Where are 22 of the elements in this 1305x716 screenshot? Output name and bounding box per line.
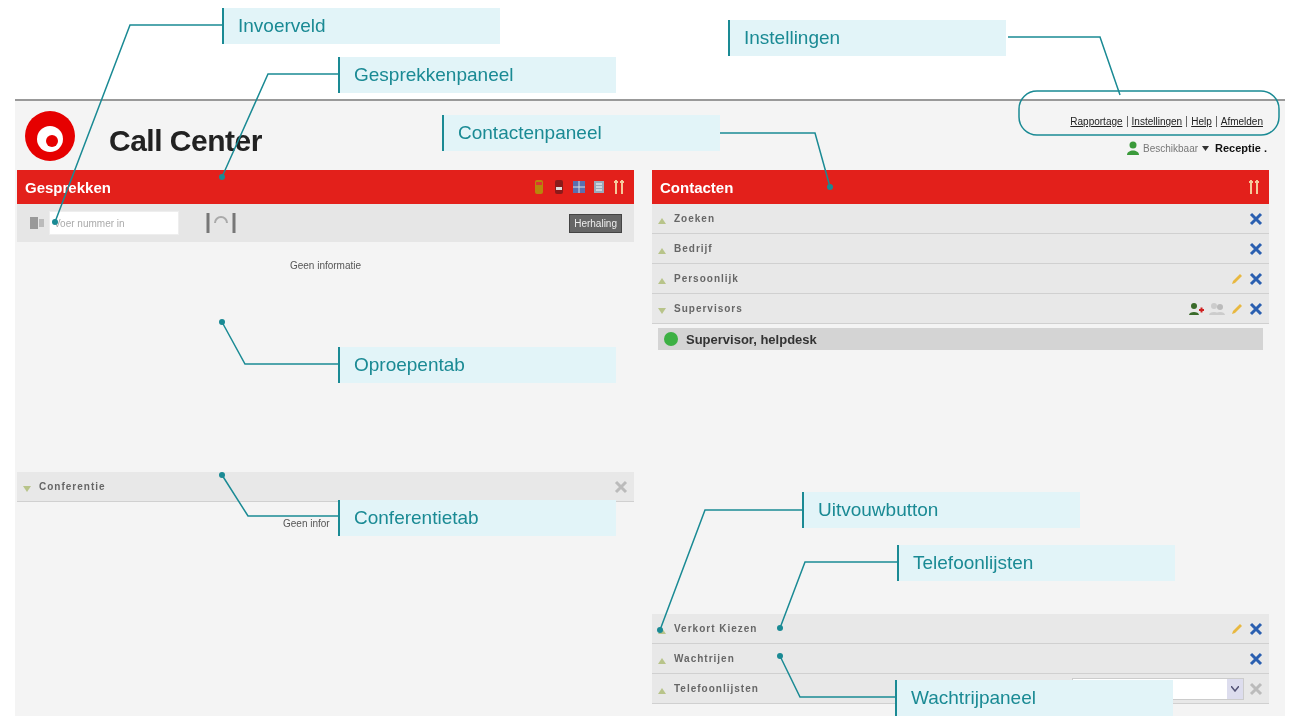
section-title: Telefoonlijsten	[674, 683, 759, 694]
callout-tooltip: Conferentietab	[338, 500, 616, 536]
section-title: Verkort Kiezen	[674, 623, 758, 634]
callout-tooltip: Oproepentab	[338, 347, 616, 383]
callout-tooltip: Invoerveld	[222, 8, 500, 44]
callout-tooltip: Instellingen	[728, 20, 1006, 56]
section-title: Bedrijf	[674, 243, 713, 254]
panel-title: Contacten	[660, 178, 734, 196]
callout-tooltip: Contactenpaneel	[442, 115, 720, 151]
empty-message: Geen informatie	[288, 259, 363, 271]
empty-message: Geen infor	[283, 518, 330, 529]
callout-tooltip: Wachtrijpaneel	[895, 680, 1173, 716]
section-title: Persoonlijk	[674, 273, 739, 284]
section-title: Supervisors	[674, 303, 743, 314]
callout-tooltip: Gesprekkenpaneel	[338, 57, 616, 93]
callout-tooltip: Uitvouwbutton	[802, 492, 1080, 528]
queue-label: Receptie .	[1215, 142, 1267, 154]
callout-tooltip: Telefoonlijsten	[897, 545, 1175, 581]
section-title: Zoeken	[674, 213, 715, 224]
section-title: Conferentie	[39, 481, 106, 492]
contact-name: Supervisor, helpdesk	[686, 331, 817, 347]
section-title: Wachtrijen	[674, 653, 735, 664]
